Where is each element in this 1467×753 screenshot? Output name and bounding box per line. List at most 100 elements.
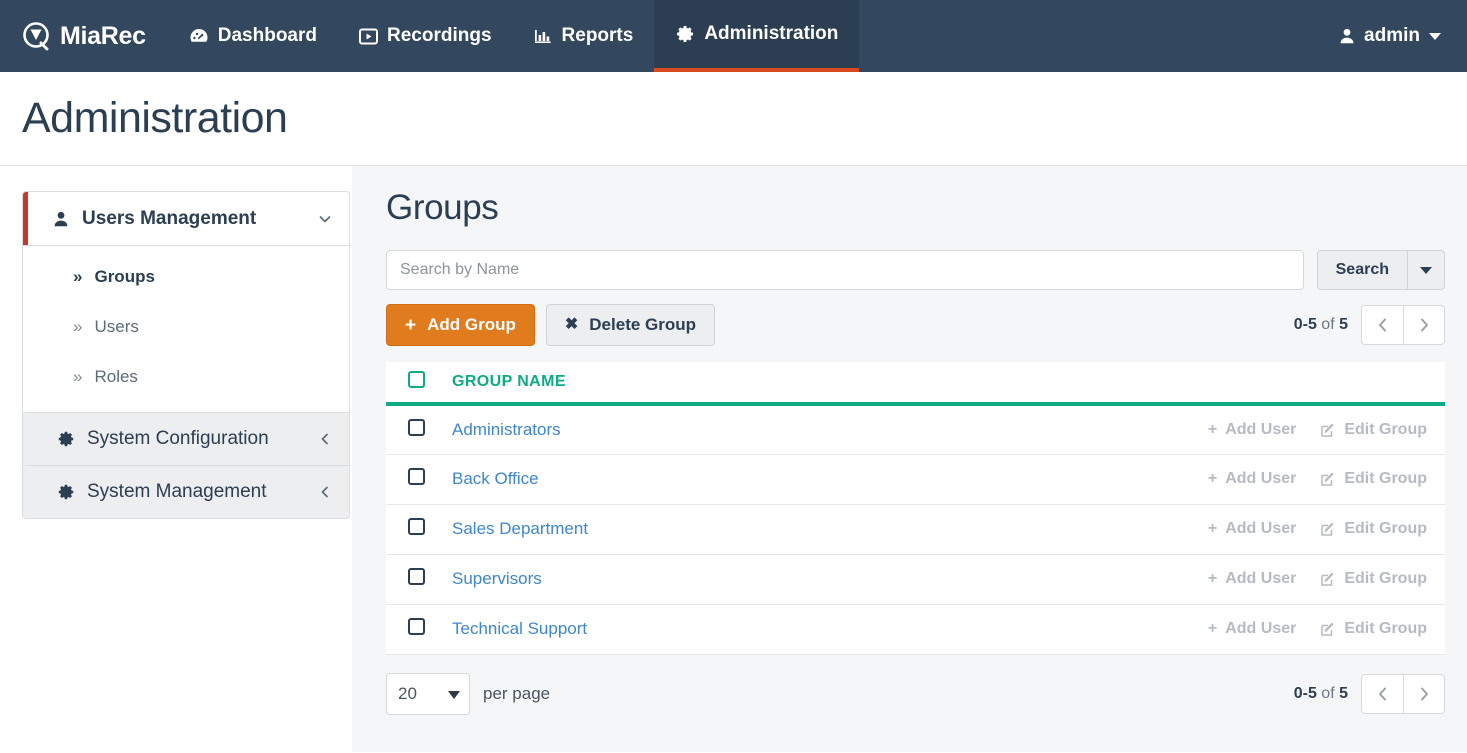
add-user-label: Add User	[1225, 470, 1297, 487]
sidebar-item-users-management[interactable]: Users Management	[23, 192, 349, 245]
main-content: Groups Search + Add Group ✖ Delete Group	[352, 166, 1467, 752]
table-head: GROUP NAME	[386, 362, 1445, 406]
add-user-label: Add User	[1225, 570, 1297, 587]
nav-item-administration[interactable]: Administration	[654, 0, 860, 72]
pagination-count-top: 0-5 of 5	[1294, 316, 1348, 334]
chevron-left-icon	[317, 484, 333, 500]
per-page-select-wrapper: 20	[386, 672, 470, 715]
add-user-label: Add User	[1225, 520, 1297, 537]
search-row: Search	[386, 250, 1445, 290]
plus-icon: +	[1207, 420, 1218, 438]
group-name-cell: Back Office	[452, 454, 793, 505]
nav-item-reports[interactable]: Reports	[513, 0, 655, 72]
edit-group-link[interactable]: Edit Group	[1320, 620, 1427, 638]
sidebar-item-system-management[interactable]: System Management	[23, 465, 349, 518]
action-row: + Add Group ✖ Delete Group 0-5 of 5	[386, 304, 1445, 346]
nav-item-dashboard[interactable]: Dashboard	[168, 0, 338, 72]
add-group-button[interactable]: + Add Group	[386, 304, 535, 346]
select-all-checkbox[interactable]	[408, 371, 425, 388]
edit-group-label: Edit Group	[1344, 620, 1427, 637]
sidebar-item-roles[interactable]: » Roles	[23, 352, 349, 402]
search-options-dropdown-button[interactable]	[1407, 250, 1445, 290]
edit-group-label: Edit Group	[1344, 520, 1427, 537]
nav-item-label: Recordings	[387, 25, 492, 46]
next-page-button[interactable]	[1403, 673, 1445, 714]
double-chevron-right-icon: »	[73, 317, 83, 336]
search-button[interactable]: Search	[1316, 250, 1407, 290]
row-actions: + Add User Edit Group	[792, 620, 1445, 638]
add-user-label: Add User	[1225, 420, 1297, 438]
search-button-group: Search	[1316, 250, 1445, 290]
delete-group-button[interactable]: ✖ Delete Group	[545, 304, 716, 346]
content-title: Groups	[386, 188, 499, 227]
edit-pencil-icon	[1320, 422, 1336, 438]
table-row: Supervisors + Add User Edit Group	[386, 554, 1445, 605]
nav-item-recordings[interactable]: Recordings	[338, 0, 513, 72]
user-menu[interactable]: admin	[1338, 0, 1467, 72]
add-user-link[interactable]: + Add User	[1208, 421, 1296, 439]
group-name-link[interactable]: Technical Support	[452, 619, 587, 638]
gear-icon	[57, 483, 75, 501]
brand-logo-link[interactable]: MiaRec	[0, 0, 168, 72]
miarec-logo-icon	[22, 21, 52, 51]
plus-icon: +	[1207, 570, 1218, 587]
row-checkbox[interactable]	[408, 568, 425, 585]
group-name-cell: Administrators	[452, 404, 793, 455]
sidebar-item-groups[interactable]: » Groups	[23, 252, 349, 302]
add-user-link[interactable]: + Add User	[1208, 470, 1296, 488]
next-page-button[interactable]	[1403, 305, 1445, 345]
sidebar-item-system-configuration[interactable]: System Configuration	[23, 412, 349, 465]
pagination-range: 0-5	[1293, 684, 1317, 702]
per-page-select[interactable]: 20	[386, 672, 470, 715]
table-row: Administrators + Add User Edit Group	[386, 404, 1445, 455]
row-checkbox-cell	[386, 554, 452, 605]
pagination-range: 0-5	[1293, 316, 1317, 333]
edit-pencil-icon	[1320, 471, 1336, 487]
row-checkbox[interactable]	[408, 468, 425, 485]
row-checkbox[interactable]	[408, 518, 425, 535]
group-name-link[interactable]: Back Office	[452, 469, 539, 488]
row-actions: + Add User Edit Group	[792, 421, 1445, 439]
edit-group-link[interactable]: Edit Group	[1320, 470, 1427, 488]
edit-group-link[interactable]: Edit Group	[1320, 570, 1427, 588]
caret-down-icon	[1420, 266, 1432, 274]
edit-group-label: Edit Group	[1344, 570, 1427, 587]
group-name-link[interactable]: Sales Department	[452, 519, 588, 538]
edit-group-link[interactable]: Edit Group	[1320, 520, 1427, 538]
edit-pencil-icon	[1320, 521, 1336, 537]
table-header-row: GROUP NAME	[386, 362, 1445, 406]
row-checkbox[interactable]	[408, 618, 425, 635]
sidebar-item-users[interactable]: » Users	[23, 302, 349, 352]
sidebar-subitem-label: Groups	[94, 267, 155, 286]
table-row: Back Office + Add User Edit Group	[386, 454, 1445, 505]
group-name-link[interactable]: Supervisors	[452, 569, 542, 588]
add-user-link[interactable]: + Add User	[1208, 620, 1296, 638]
chevron-down-icon	[317, 211, 333, 227]
add-user-link[interactable]: + Add User	[1208, 570, 1296, 588]
user-icon	[52, 210, 70, 228]
sidebar: Users Management » Groups » Users » Role…	[0, 166, 352, 752]
edit-group-link[interactable]: Edit Group	[1320, 421, 1427, 439]
add-user-label: Add User	[1225, 620, 1297, 637]
prev-page-button[interactable]	[1361, 305, 1403, 345]
row-checkbox[interactable]	[408, 418, 425, 436]
user-menu-label: admin	[1364, 25, 1420, 46]
row-checkbox-cell	[386, 504, 452, 555]
row-checkbox-cell	[386, 404, 452, 455]
plus-icon: +	[405, 314, 417, 336]
gear-icon	[675, 24, 695, 44]
nav-item-label: Reports	[561, 25, 634, 46]
edit-pencil-icon	[1320, 571, 1336, 587]
plus-icon: +	[1207, 470, 1218, 487]
caret-down-icon	[1429, 32, 1441, 40]
search-input[interactable]	[386, 250, 1304, 290]
plus-icon: +	[1207, 620, 1218, 637]
group-name-link[interactable]: Administrators	[452, 420, 561, 439]
prev-page-button[interactable]	[1361, 673, 1403, 714]
x-icon: ✖	[564, 316, 579, 333]
row-actions: + Add User Edit Group	[792, 570, 1445, 588]
group-name-cell: Sales Department	[452, 504, 793, 555]
group-name-cell: Technical Support	[452, 604, 793, 655]
add-user-link[interactable]: + Add User	[1208, 520, 1296, 538]
column-header-group-name[interactable]: GROUP NAME	[452, 362, 793, 406]
